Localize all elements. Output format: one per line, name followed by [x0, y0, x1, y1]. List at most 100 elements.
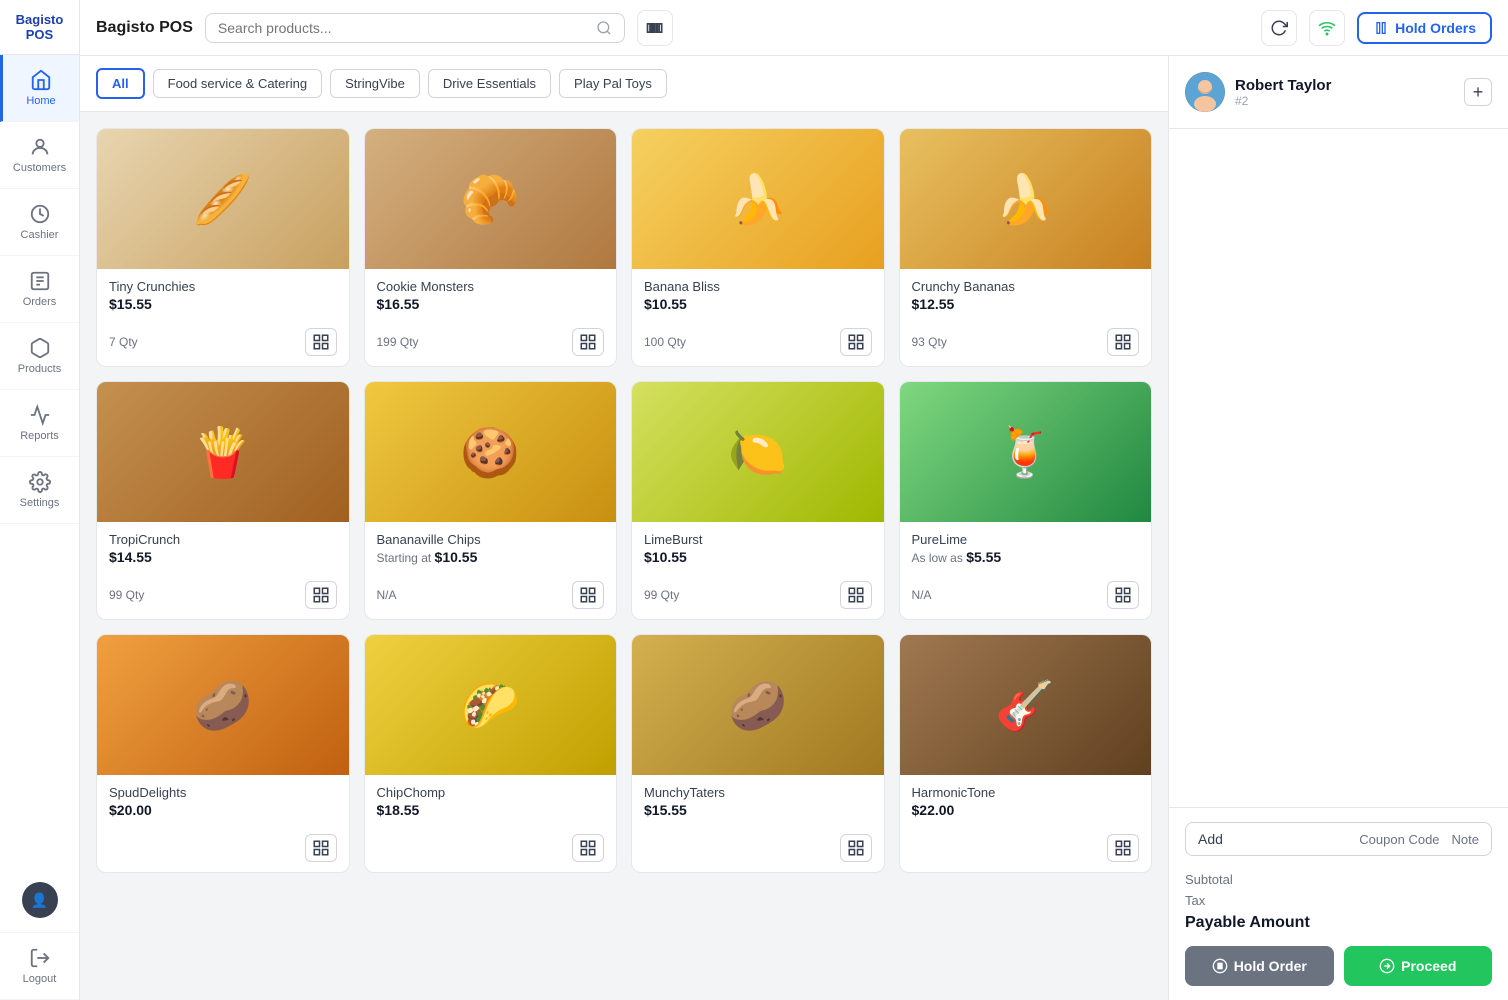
cart-add-label: Add — [1198, 831, 1223, 847]
product-price: $15.55 — [644, 802, 872, 818]
hold-order-label: Hold Order — [1234, 958, 1307, 974]
product-image: 🍟 — [97, 382, 349, 522]
product-action-button[interactable] — [572, 834, 604, 862]
tab-drive-essentials[interactable]: Drive Essentials — [428, 69, 551, 98]
sidebar-item-reports[interactable]: Reports — [0, 390, 79, 457]
sidebar-item-user[interactable]: 👤 — [0, 868, 79, 933]
product-price: $12.55 — [912, 296, 1140, 312]
tab-food-catering[interactable]: Food service & Catering — [153, 69, 322, 98]
refresh-icon — [1270, 19, 1288, 37]
product-qty: 199 Qty — [377, 335, 419, 349]
tax-label: Tax — [1185, 893, 1205, 908]
search-icon — [596, 20, 612, 36]
product-card[interactable]: 🌮ChipChomp$18.55 — [364, 634, 618, 873]
product-card[interactable]: 🥔MunchyTaters$15.55 — [631, 634, 885, 873]
product-price: $20.00 — [109, 802, 337, 818]
cart-add-customer-button[interactable]: + — [1464, 78, 1492, 106]
product-name: Banana Bliss — [644, 279, 872, 294]
refresh-button[interactable] — [1261, 10, 1297, 46]
sidebar-item-cashier[interactable]: Cashier — [0, 189, 79, 256]
main-content: Bagisto POS — [80, 0, 1508, 1000]
content-area: All Food service & Catering StringVibe D… — [80, 56, 1508, 1000]
cart-body — [1169, 129, 1508, 807]
product-card[interactable]: 🍪Bananaville ChipsStarting at $10.55N/A — [364, 381, 618, 620]
sidebar-item-products[interactable]: Products — [0, 323, 79, 390]
product-image: 🍋 — [632, 382, 884, 522]
product-action-button[interactable] — [305, 328, 337, 356]
barcode-scan-button[interactable] — [637, 10, 673, 46]
product-card[interactable]: 🍌Crunchy Bananas$12.5593 Qty — [899, 128, 1153, 367]
sidebar-item-logout[interactable]: Logout — [0, 933, 79, 1000]
grid-icon — [1114, 839, 1132, 857]
product-image: 🥔 — [97, 635, 349, 775]
home-label: Home — [26, 95, 55, 107]
product-qty: 93 Qty — [912, 335, 947, 349]
product-action-button[interactable] — [572, 328, 604, 356]
grid-icon — [847, 333, 865, 351]
grid-icon — [579, 333, 597, 351]
product-card[interactable]: 🥐Cookie Monsters$16.55199 Qty — [364, 128, 618, 367]
grid-icon — [579, 586, 597, 604]
grid-icon — [847, 586, 865, 604]
sidebar-item-settings[interactable]: Settings — [0, 457, 79, 524]
grid-icon — [312, 333, 330, 351]
product-action-button[interactable] — [1107, 328, 1139, 356]
product-action-button[interactable] — [1107, 581, 1139, 609]
note-link[interactable]: Note — [1452, 832, 1479, 847]
wifi-button[interactable] — [1309, 10, 1345, 46]
search-input[interactable] — [218, 20, 588, 36]
product-card[interactable]: 🎸HarmonicTone$22.00 — [899, 634, 1153, 873]
product-card[interactable]: 🍹PureLimeAs low as $5.55N/A — [899, 381, 1153, 620]
product-card[interactable]: 🍋LimeBurst$10.5599 Qty — [631, 381, 885, 620]
cart-user-name: Robert Taylor — [1235, 77, 1454, 94]
hold-orders-button[interactable]: Hold Orders — [1357, 12, 1492, 44]
grid-icon — [312, 586, 330, 604]
product-action-button[interactable] — [305, 834, 337, 862]
hold-order-button[interactable]: Hold Order — [1185, 946, 1334, 986]
product-image: 🥖 — [97, 129, 349, 269]
product-card[interactable]: 🍟TropiCrunch$14.5599 Qty — [96, 381, 350, 620]
cashier-icon — [29, 203, 51, 225]
product-action-button[interactable] — [572, 581, 604, 609]
product-qty: N/A — [912, 588, 932, 602]
product-qty: N/A — [377, 588, 397, 602]
cart-header: Robert Taylor #2 + — [1169, 56, 1508, 129]
products-panel: All Food service & Catering StringVibe D… — [80, 56, 1168, 1000]
tab-play-pal-toys[interactable]: Play Pal Toys — [559, 69, 667, 98]
product-card[interactable]: 🍌Banana Bliss$10.55100 Qty — [631, 128, 885, 367]
product-price: $10.55 — [644, 296, 872, 312]
product-card[interactable]: 🥖Tiny Crunchies$15.557 Qty — [96, 128, 350, 367]
settings-icon — [29, 471, 51, 493]
product-action-button[interactable] — [840, 328, 872, 356]
tab-all[interactable]: All — [96, 68, 145, 99]
cart-panel: Robert Taylor #2 + Add Coupon Code Note — [1168, 56, 1508, 1000]
tab-stringvibe[interactable]: StringVibe — [330, 69, 420, 98]
product-action-button[interactable] — [1107, 834, 1139, 862]
product-qty: 99 Qty — [644, 588, 679, 602]
proceed-button[interactable]: Proceed — [1344, 946, 1493, 986]
sidebar-item-orders[interactable]: Orders — [0, 256, 79, 323]
product-qty: 7 Qty — [109, 335, 138, 349]
payable-row: Payable Amount — [1185, 914, 1492, 932]
subtotal-row: Subtotal — [1185, 872, 1492, 887]
user-avatar: 👤 — [22, 882, 58, 918]
sidebar-item-home[interactable]: Home — [0, 55, 79, 122]
product-action-button[interactable] — [840, 581, 872, 609]
sidebar-item-customers[interactable]: Customers — [0, 122, 79, 189]
product-image: 🥐 — [365, 129, 617, 269]
coupon-code-link[interactable]: Coupon Code — [1359, 832, 1439, 847]
search-bar[interactable] — [205, 13, 625, 43]
product-price: Starting at $10.55 — [377, 549, 605, 565]
product-card[interactable]: 🥔SpudDelights$20.00 — [96, 634, 350, 873]
product-qty: 99 Qty — [109, 588, 144, 602]
products-label: Products — [18, 363, 61, 375]
product-image: 🍪 — [365, 382, 617, 522]
cart-actions: Hold Order Proceed — [1185, 946, 1492, 986]
cart-footer: Add Coupon Code Note Subtotal Tax — [1169, 807, 1508, 1000]
cart-user-id: #2 — [1235, 94, 1454, 108]
product-action-button[interactable] — [305, 581, 337, 609]
proceed-label: Proceed — [1401, 958, 1456, 974]
logout-label: Logout — [23, 973, 57, 985]
cart-user-info: Robert Taylor #2 — [1235, 77, 1454, 108]
product-action-button[interactable] — [840, 834, 872, 862]
